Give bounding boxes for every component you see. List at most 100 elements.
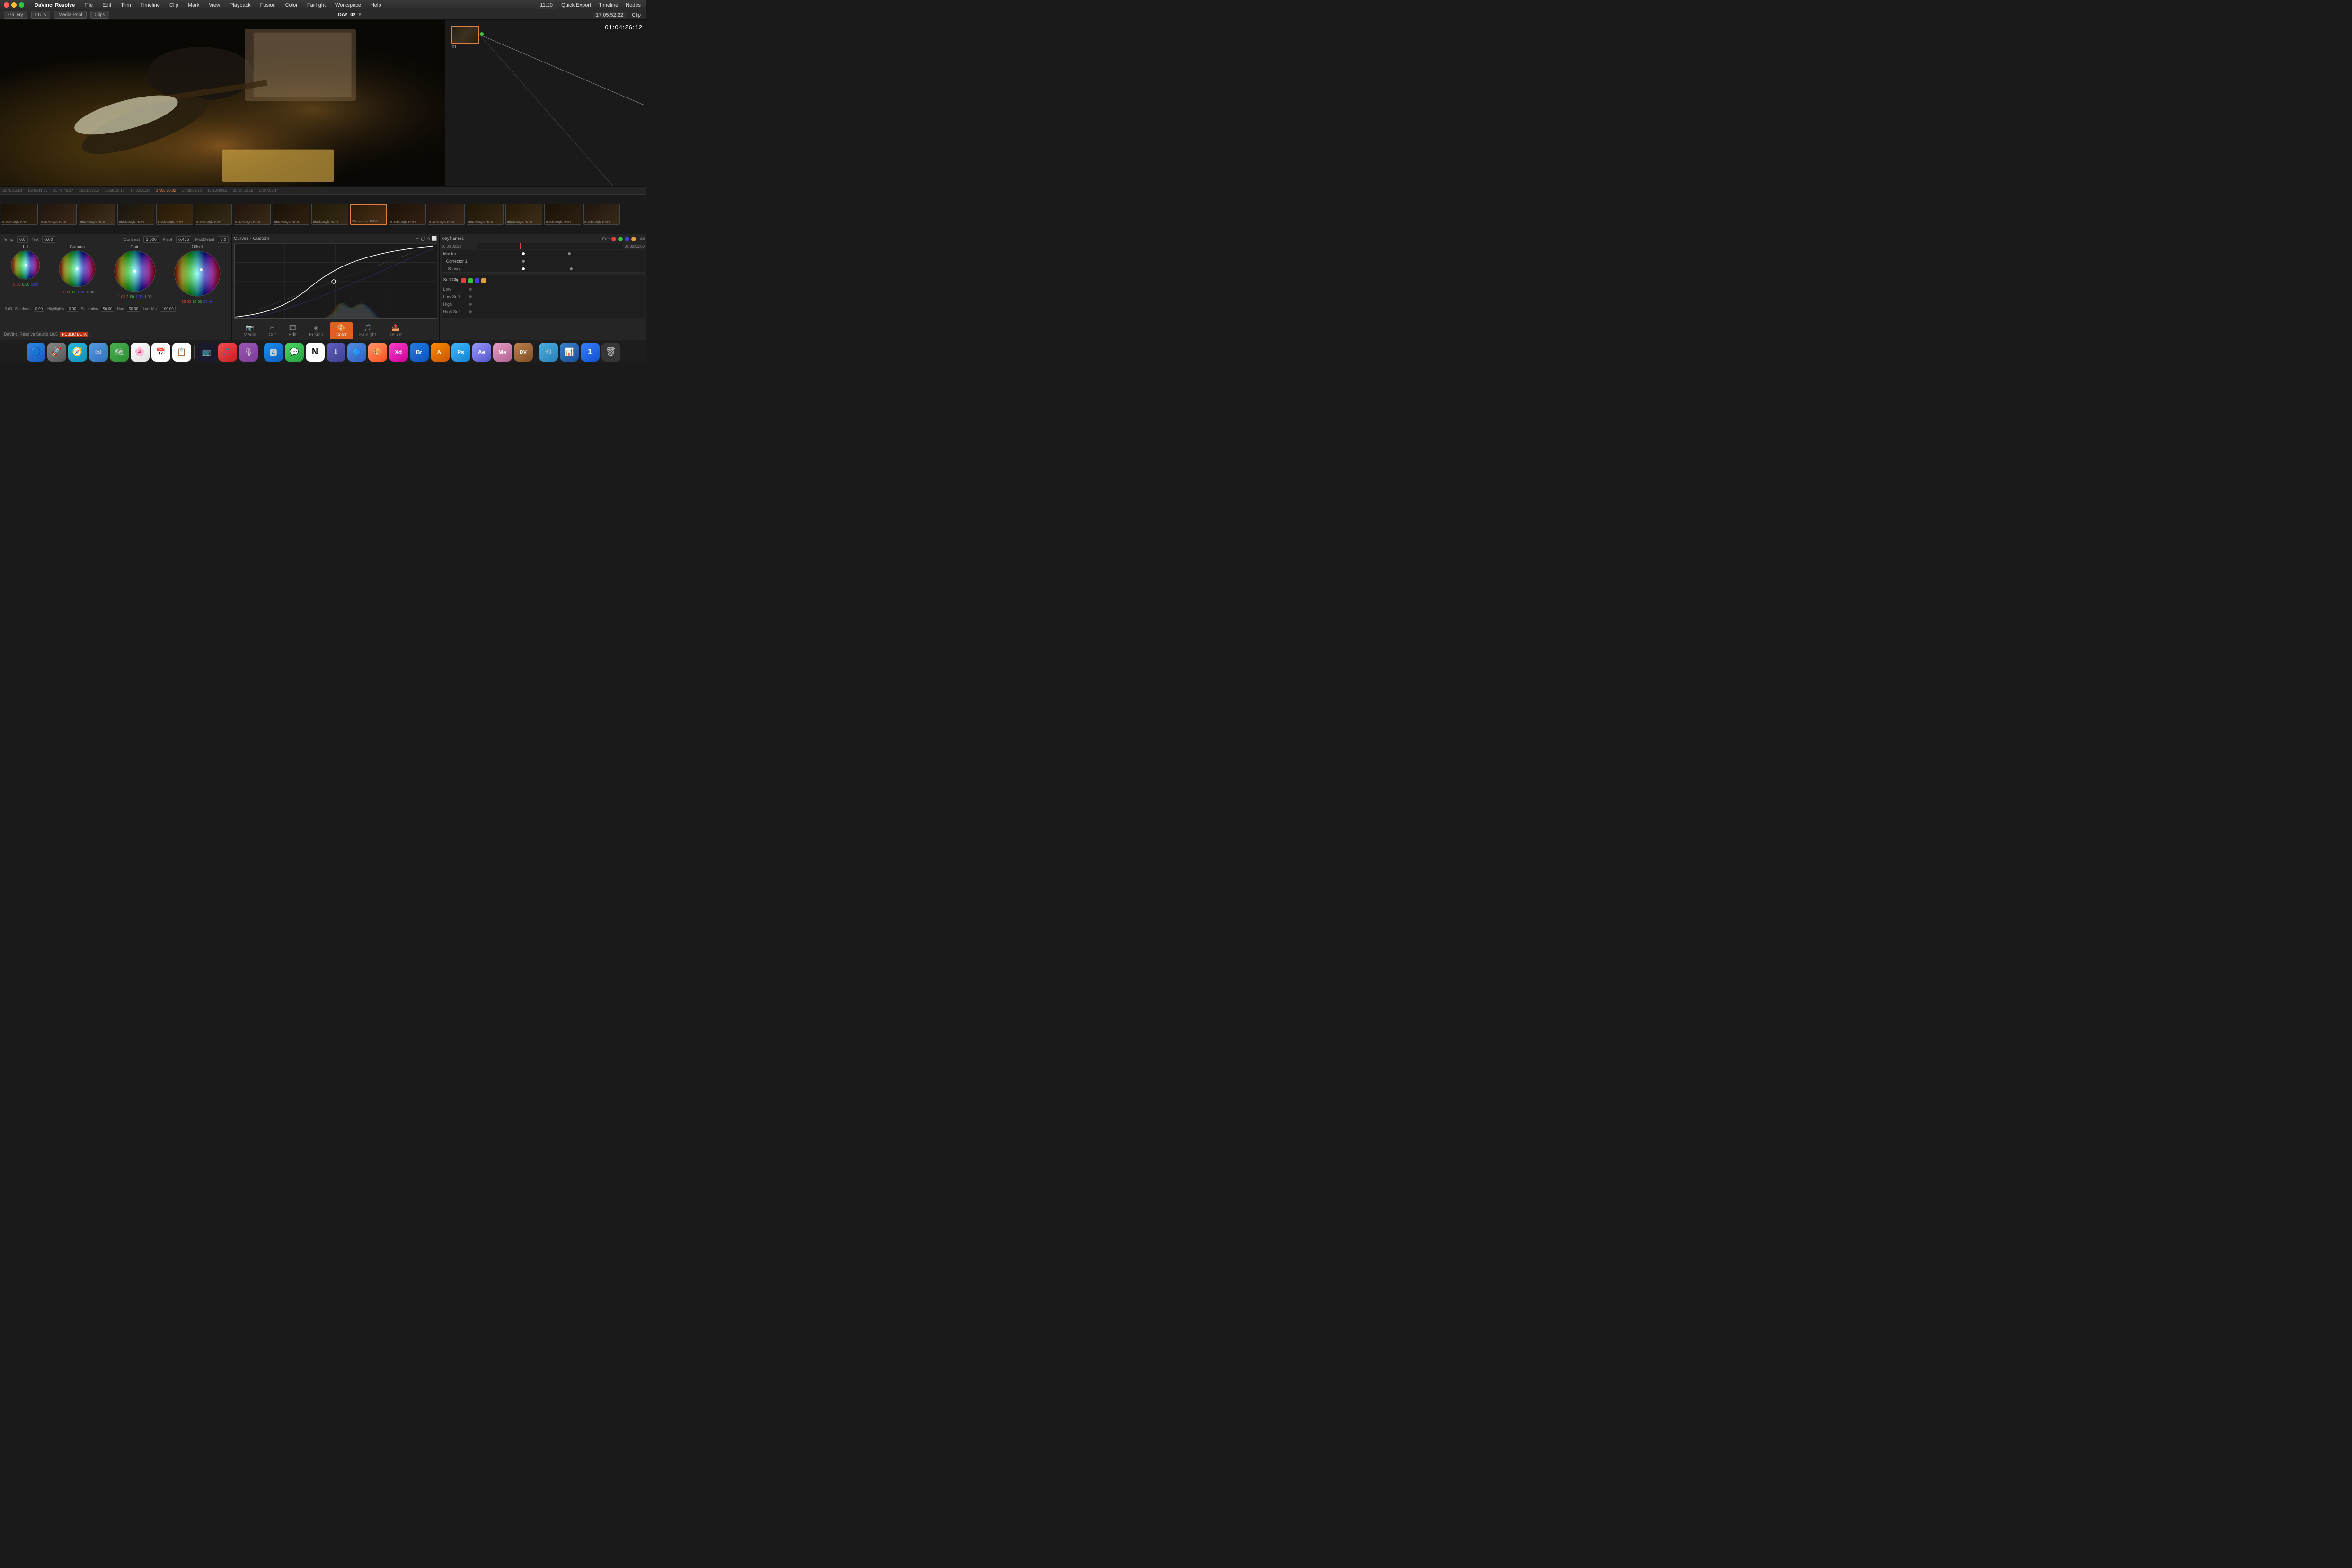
fullscreen-button[interactable] (19, 2, 24, 8)
clip-thumb-1[interactable]: Blackmagic RAW (1, 204, 38, 225)
dock-proxyman[interactable]: 🔷 (347, 343, 366, 362)
edit-btn[interactable]: Edit (602, 237, 610, 241)
quick-export-btn[interactable]: Quick Export (559, 1, 593, 9)
tab-edit[interactable]: 🎞 Edit (283, 322, 302, 339)
clip-thumb-15[interactable]: Blackmagic RAW (544, 204, 581, 225)
menu-edit[interactable]: Edit (100, 1, 113, 9)
timeline-btn[interactable]: Timeline (597, 1, 620, 9)
dock-ae[interactable]: Ae (472, 343, 491, 362)
clip-thumb-13[interactable]: Blackmagic RAW (467, 204, 504, 225)
sc-green[interactable] (468, 278, 473, 283)
dock-istat[interactable]: 📊 (560, 343, 579, 362)
dock-mail[interactable]: ✉ (89, 343, 108, 362)
dock-figma[interactable]: 🎨 (368, 343, 387, 362)
dock-maps[interactable]: 🗺 (110, 343, 129, 362)
nodes-btn[interactable]: Nodes (624, 1, 643, 9)
dock-safari[interactable]: 🧭 (68, 343, 87, 362)
dock-photos[interactable]: 🌸 (131, 343, 150, 362)
kf-all-label[interactable]: All (640, 237, 645, 241)
dock-me[interactable]: Me (493, 343, 512, 362)
menu-file[interactable]: File (82, 1, 95, 9)
menu-fusion[interactable]: Fusion (258, 1, 278, 9)
dock-reminders[interactable]: 📋 (172, 343, 191, 362)
menu-help[interactable]: Help (369, 1, 383, 9)
lum-mix-value[interactable]: 100.00 (160, 306, 175, 312)
curves-canvas[interactable] (234, 243, 437, 319)
tab-fusion[interactable]: ◈ Fusion (303, 322, 329, 339)
menu-view[interactable]: View (207, 1, 222, 9)
saturation-value[interactable]: 50.00 (101, 306, 114, 312)
dock-notion[interactable]: N (306, 343, 325, 362)
menu-fairlight[interactable]: Fairlight (305, 1, 327, 9)
dock-1password[interactable]: 1 (581, 343, 600, 362)
mid-detail-value[interactable]: 0.0 (218, 236, 229, 243)
clip-thumb-2[interactable]: Blackmagic RAW (40, 204, 77, 225)
curves-tool-1[interactable]: ✏ (416, 236, 420, 241)
menu-mark[interactable]: Mark (186, 1, 201, 9)
kf-red-btn[interactable] (611, 237, 616, 241)
dock-bridge[interactable]: Br (410, 343, 429, 362)
menu-app-title[interactable]: DaVinci Resolve (33, 1, 77, 9)
highlights-value[interactable]: 0.00 (67, 306, 78, 312)
dock-downie[interactable]: ⬇ (327, 343, 345, 362)
dock-appstore[interactable]: 🅰 (264, 343, 283, 362)
kf-corrector1-bar[interactable] (475, 257, 645, 265)
offset-wheel[interactable] (174, 250, 221, 299)
tab-media[interactable]: 📷 Media (238, 322, 262, 339)
clip-thumb-8[interactable]: Blackmagic RAW (273, 204, 309, 225)
menu-workspace[interactable]: Workspace (333, 1, 363, 9)
dock-messages[interactable]: 💬 (285, 343, 304, 362)
clip-thumb-9[interactable]: Blackmagic RAW (311, 204, 348, 225)
clip-thumb-7[interactable]: Blackmagic RAW (234, 204, 271, 225)
sc-blue[interactable] (475, 278, 479, 283)
media-pool-btn[interactable]: Media Pool (54, 11, 86, 19)
minimize-button[interactable] (11, 2, 17, 8)
dock-cleanmymac[interactable]: ⟲ (539, 343, 558, 362)
luts-btn[interactable]: LUTs (31, 11, 51, 19)
hue-value[interactable]: 50.00 (127, 306, 140, 312)
clip-thumb-6[interactable]: Blackmagic RAW (195, 204, 232, 225)
clip-thumb-5[interactable]: Blackmagic RAW (156, 204, 193, 225)
curves-tool-3[interactable]: ◇ (427, 236, 430, 241)
kf-yellow-btn[interactable] (631, 237, 636, 241)
tint-value[interactable]: 0.00 (42, 236, 55, 243)
sc-red[interactable] (461, 278, 466, 283)
gallery-btn[interactable]: Gallery (4, 11, 27, 19)
clip-thumb-16[interactable]: Blackmagic RAW (583, 204, 620, 225)
dock-ps[interactable]: Ps (451, 343, 470, 362)
close-button[interactable] (4, 2, 9, 8)
clip-thumb-4[interactable]: Blackmagic RAW (117, 204, 154, 225)
dock-music[interactable]: 🎵 (218, 343, 237, 362)
kf-blue-btn[interactable] (625, 237, 629, 241)
clips-btn[interactable]: Clips (90, 11, 109, 19)
pivot-value[interactable]: 0.435 (176, 236, 192, 243)
dock-xd[interactable]: Xd (389, 343, 408, 362)
tab-color[interactable]: 🎨 Color (330, 322, 353, 339)
menu-color[interactable]: Color (283, 1, 300, 9)
curves-tool-4[interactable]: ⬜ (432, 236, 437, 241)
tab-cut[interactable]: ✂ Cut (263, 322, 282, 339)
dock-appletv[interactable]: 📺 (197, 343, 216, 362)
clip-thumb-10-active[interactable]: Blackmagic RAW (350, 204, 387, 225)
dock-launchpad[interactable]: 🚀 (47, 343, 66, 362)
node-thumbnail[interactable] (451, 26, 479, 44)
lift-wheel[interactable] (10, 250, 41, 282)
clip-thumb-3[interactable]: Blackmagic RAW (79, 204, 115, 225)
gain-wheel[interactable] (114, 250, 156, 294)
sc-yellow[interactable] (481, 278, 486, 283)
tab-deliver[interactable]: 📤 Deliver (382, 322, 408, 339)
tab-fairlight[interactable]: 🎵 Fairlight (354, 322, 382, 339)
menu-timeline[interactable]: Timeline (139, 1, 162, 9)
dock-finder[interactable]: 🔵 (27, 343, 45, 362)
kf-sizing-bar[interactable] (475, 265, 645, 272)
temp-value[interactable]: 0.0 (17, 236, 28, 243)
kf-master-bar[interactable] (475, 250, 645, 257)
kf-green-btn[interactable] (618, 237, 623, 241)
dock-calendar[interactable]: 📅 (151, 343, 170, 362)
dock-podcasts[interactable]: 🎙 (239, 343, 258, 362)
clip-thumb-14[interactable]: Blackmagic RAW (505, 204, 542, 225)
menu-playback[interactable]: Playback (228, 1, 253, 9)
menu-clip[interactable]: Clip (168, 1, 180, 9)
gamma-wheel[interactable] (58, 250, 96, 289)
menu-trim[interactable]: Trim (119, 1, 133, 9)
